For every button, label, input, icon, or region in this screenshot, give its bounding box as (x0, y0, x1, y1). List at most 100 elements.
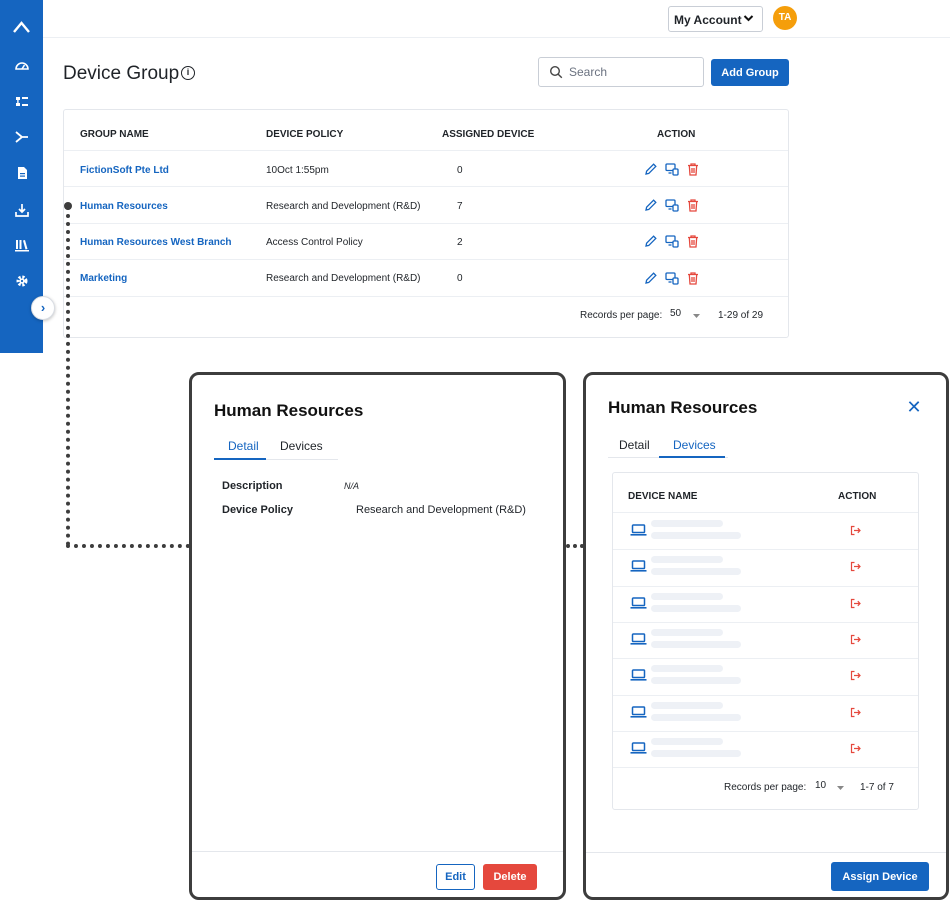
settings-gear-icon[interactable] (14, 273, 30, 289)
column-header-device-name: DEVICE NAME (628, 491, 698, 502)
add-group-button[interactable]: Add Group (711, 59, 789, 86)
active-tab-indicator (214, 458, 266, 460)
device-policy-cell: Research and Development (R&D) (266, 201, 421, 212)
row-divider (64, 186, 788, 187)
device-policy-label: Device Policy (222, 504, 293, 516)
list-item (613, 731, 918, 767)
caret-down-icon[interactable] (836, 785, 845, 791)
sidebar-expand-chevron-icon[interactable]: › (31, 296, 55, 320)
active-tab-indicator (659, 456, 725, 458)
my-account-dropdown[interactable]: My Account (668, 6, 763, 32)
unassign-exit-icon[interactable] (850, 561, 861, 572)
group-name-link[interactable]: FictionSoft Pte Ltd (80, 165, 169, 176)
panel-title: Human Resources (214, 401, 364, 420)
row-divider (64, 150, 788, 151)
device-name-placeholder (651, 701, 723, 709)
assigned-device-cell: 7 (457, 201, 463, 212)
close-icon[interactable]: ✕ (906, 398, 922, 416)
group-name-link[interactable]: Human Resources West Branch (80, 237, 232, 248)
search-input[interactable] (569, 62, 699, 82)
footer-divider (192, 851, 563, 852)
assign-devices-icon[interactable] (665, 271, 679, 285)
unassign-exit-icon[interactable] (850, 525, 861, 536)
page-title: Device Group (63, 63, 180, 84)
column-header-device-policy: DEVICE POLICY (266, 129, 344, 140)
list-item (613, 695, 918, 731)
unassign-exit-icon[interactable] (850, 634, 861, 645)
caret-down-icon[interactable] (692, 313, 701, 319)
delete-trash-icon[interactable] (686, 198, 700, 212)
connector-line (66, 206, 70, 546)
workflow-icon[interactable] (14, 129, 30, 145)
device-detail-placeholder (651, 713, 741, 721)
connector-line (66, 544, 190, 548)
edit-pencil-icon[interactable] (644, 198, 658, 212)
device-name-placeholder (651, 665, 723, 673)
group-name-link[interactable]: Human Resources (80, 201, 168, 212)
unassign-exit-icon[interactable] (850, 743, 861, 754)
device-detail-placeholder (651, 677, 741, 685)
unassign-exit-icon[interactable] (850, 707, 861, 718)
unassign-exit-icon[interactable] (850, 670, 861, 681)
laptop-icon (630, 669, 647, 681)
assign-device-button[interactable]: Assign Device (831, 862, 929, 891)
device-groups-icon[interactable] (14, 94, 30, 110)
device-detail-placeholder (651, 604, 741, 612)
list-item (613, 549, 918, 585)
logo-icon (13, 21, 30, 33)
edit-pencil-icon[interactable] (644, 234, 658, 248)
device-detail-placeholder (651, 532, 741, 539)
edit-pencil-icon[interactable] (644, 271, 658, 285)
records-per-page-select[interactable]: 50 (670, 308, 681, 319)
records-per-page-label: Records per page: (580, 310, 663, 321)
delete-trash-icon[interactable] (686, 271, 700, 285)
info-icon[interactable]: i (181, 66, 195, 80)
edit-button[interactable]: Edit (436, 864, 475, 890)
delete-trash-icon[interactable] (686, 162, 700, 176)
panel-title: Human Resources (608, 398, 758, 417)
dashboard-icon[interactable] (14, 58, 30, 74)
device-name-placeholder (651, 556, 723, 564)
group-detail-panel: Human Resources Detail Devices Descripti… (189, 372, 566, 900)
assigned-device-cell: 0 (457, 165, 463, 176)
tab-devices[interactable]: Devices (280, 439, 323, 453)
list-item (613, 513, 918, 549)
unassign-exit-icon[interactable] (850, 598, 861, 609)
list-item (613, 586, 918, 622)
assign-devices-icon[interactable] (665, 162, 679, 176)
edit-pencil-icon[interactable] (644, 162, 658, 176)
search-icon (549, 65, 563, 79)
assigned-device-cell: 0 (457, 273, 463, 284)
device-detail-placeholder (651, 640, 741, 648)
row-divider (64, 223, 788, 224)
laptop-icon (630, 742, 647, 754)
chevron-down-icon (743, 12, 754, 27)
records-per-page-select[interactable]: 10 (815, 780, 826, 791)
tab-devices[interactable]: Devices (673, 438, 716, 452)
assign-devices-icon[interactable] (665, 234, 679, 248)
assign-devices-icon[interactable] (665, 198, 679, 212)
laptop-icon (630, 560, 647, 572)
devices-table: DEVICE NAME ACTION Records per page: 10 … (612, 472, 919, 810)
avatar[interactable]: TA (773, 6, 797, 30)
laptop-icon (630, 524, 647, 536)
delete-button[interactable]: Delete (483, 864, 537, 890)
laptop-icon (630, 705, 647, 718)
tab-detail[interactable]: Detail (619, 438, 650, 452)
device-name-placeholder (651, 592, 723, 600)
footer-divider (586, 852, 946, 853)
device-name-placeholder (651, 737, 723, 745)
search-box (538, 57, 704, 87)
library-icon[interactable] (14, 237, 30, 253)
device-name-placeholder (651, 628, 723, 636)
download-icon[interactable] (14, 202, 30, 218)
group-name-link[interactable]: Marketing (80, 273, 127, 284)
laptop-icon (630, 596, 647, 609)
column-header-group-name: GROUP NAME (80, 129, 149, 140)
document-icon[interactable] (14, 165, 30, 181)
description-label: Description (222, 480, 283, 492)
tab-detail[interactable]: Detail (228, 439, 259, 453)
delete-trash-icon[interactable] (686, 234, 700, 248)
pagination-range: 1-7 of 7 (860, 782, 894, 793)
list-item (613, 658, 918, 694)
